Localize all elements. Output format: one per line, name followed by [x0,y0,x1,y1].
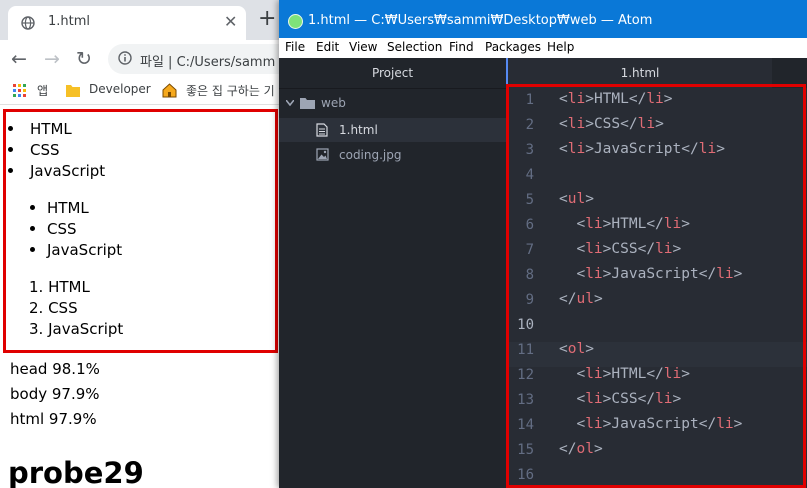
apps-grid-icon[interactable] [13,84,27,98]
menu-find[interactable]: Find [449,40,474,54]
page-content: HTML CSS JavaScript HTML CSS JavaScript … [0,106,280,488]
list-item: HTML [30,120,72,138]
browser-toolbar: ← → ↻ 파일 | C:/Users/samm [0,40,280,78]
close-tab-icon[interactable]: ✕ [224,12,237,31]
atom-titlebar: 1.html — C:₩Users₩sammi₩Desktop₩web — At… [279,0,807,38]
address-bar[interactable]: 파일 | C:/Users/samm [108,44,280,74]
editor-tab-label: 1.html [620,66,660,80]
list-bullet [30,247,35,252]
menu-packages[interactable]: Packages [485,40,541,54]
list-item: JavaScript [47,241,123,259]
chevron-down-icon[interactable] [286,100,294,106]
stat-html: html 97.9% [10,410,97,428]
list-item: CSS [47,220,77,238]
list-item: JavaScript [30,162,106,180]
image-file-icon [316,148,329,161]
browser-tab[interactable]: 1.html ✕ [8,6,246,40]
bookmark-house[interactable]: 좋은 집 구하는 기 [186,82,275,99]
forward-icon[interactable]: → [44,47,60,71]
list-item: HTML [47,199,89,217]
tree-folder-web[interactable]: web [279,91,506,115]
info-icon[interactable] [118,51,132,65]
tree-header-label: Project [371,66,414,80]
tree-folder-label: web [321,96,346,110]
menu-selection[interactable]: Selection [387,40,442,54]
list-bullet [8,168,13,173]
project-tree: Project web 1.html coding.jpg [279,58,506,488]
bookmark-developer[interactable]: Developer [89,82,151,96]
browser-window: 1.html ✕ + ← → ↻ 파일 | C:/Users/samm 앱 De… [0,0,280,488]
bookmark-apps[interactable]: 앱 [37,82,48,99]
address-text[interactable]: 파일 | C:/Users/samm [140,51,275,70]
list-bullet [30,226,35,231]
window-title: 1.html — C:₩Users₩sammi₩Desktop₩web — At… [308,13,653,28]
menu-bar: File Edit View Selection Find Packages H… [279,38,807,58]
tree-file-label: coding.jpg [339,148,402,162]
ordered-list-item: 3. JavaScript [29,320,124,338]
list-item: CSS [30,141,60,159]
stat-body: body 97.9% [10,385,100,403]
new-tab-button[interactable]: + [258,6,276,32]
reload-icon[interactable]: ↻ [76,47,92,71]
tab-title: 1.html [48,14,91,29]
menu-edit[interactable]: Edit [316,40,339,54]
menu-view[interactable]: View [349,40,377,54]
list-bullet [30,205,35,210]
file-text-icon [316,123,328,137]
stat-head: head 98.1% [10,360,100,378]
ordered-list-item: 2. CSS [29,299,78,317]
browser-tabstrip: 1.html ✕ + [0,0,280,40]
tree-file-1-html[interactable]: 1.html [279,118,506,142]
highlight-box [506,84,806,488]
tree-file-coding-jpg[interactable]: coding.jpg [279,143,506,167]
back-icon[interactable]: ← [11,47,27,71]
ordered-list-item: 1. HTML [29,278,90,296]
folder-icon [66,85,80,97]
menu-help[interactable]: Help [547,40,574,54]
folder-icon [300,98,315,109]
tree-header: Project [279,58,506,89]
list-bullet [8,147,13,152]
list-bullet [8,126,13,131]
bookmarks-bar: 앱 Developer 좋은 집 구하는 기 [0,78,280,105]
atom-logo-icon [288,14,303,29]
globe-icon [21,16,35,30]
tree-file-label: 1.html [339,123,378,137]
probe-heading: probe29 [8,456,144,488]
menu-file[interactable]: File [285,40,305,54]
house-icon [162,83,177,98]
atom-window: 1.html — C:₩Users₩sammi₩Desktop₩web — At… [279,0,807,488]
